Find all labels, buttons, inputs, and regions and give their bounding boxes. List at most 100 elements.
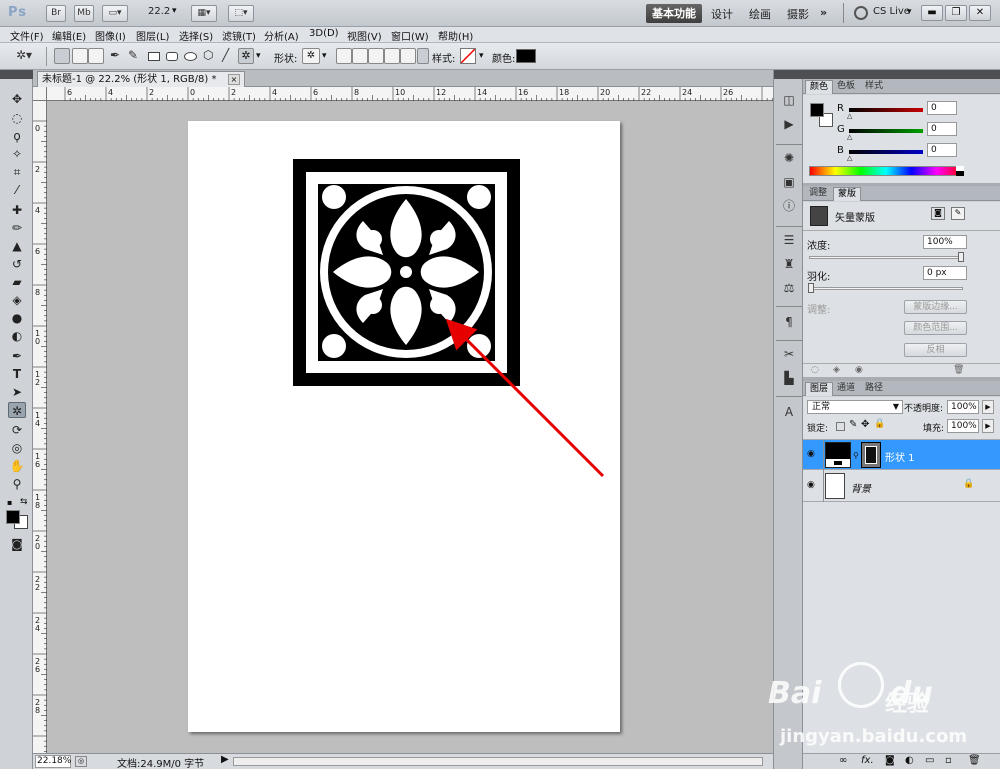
default-colors-icon[interactable]: ▪ — [7, 498, 12, 507]
workspace-painting-button[interactable]: 绘画 — [749, 6, 771, 22]
launch-bridge-button[interactable]: Br — [46, 5, 66, 22]
channel-r-slider[interactable] — [849, 108, 923, 112]
restore-button[interactable]: ❐ — [945, 5, 967, 21]
lock-pixels-icon[interactable]: ✎ — [849, 419, 857, 430]
tab-masks[interactable]: 蒙版 — [833, 187, 862, 201]
menu-file[interactable]: 文件(F) — [10, 28, 44, 43]
pixel-mask-button[interactable]: ◙ — [931, 207, 945, 220]
style-picker[interactable] — [460, 48, 476, 64]
menu-filter[interactable]: 滤镜(T) — [222, 28, 256, 43]
layer-row-background[interactable]: ◉ 背景 🔒 — [803, 471, 1000, 502]
3d-rotate-tool-icon[interactable]: ⟳ — [8, 422, 26, 438]
load-selection-icon[interactable]: ◌ — [811, 365, 819, 375]
tab-styles[interactable]: 样式 — [861, 80, 887, 94]
slider-thumb[interactable]: △ — [847, 154, 852, 162]
tab-paths[interactable]: 路径 — [861, 382, 887, 396]
invert-button[interactable]: 反相 — [904, 343, 967, 357]
mask-edge-button[interactable]: 蒙版边缘... — [904, 300, 967, 314]
lock-position-icon[interactable]: ✥ — [861, 419, 869, 430]
3d-orbit-tool-icon[interactable]: ◎ — [8, 440, 26, 456]
tab-color[interactable]: 颜色 — [805, 80, 834, 94]
arrange-documents-button[interactable]: ▦▾ — [191, 5, 217, 22]
delete-layer-icon[interactable]: 🗑 — [968, 755, 981, 766]
polygon-tool-icon[interactable]: ⬡ — [203, 48, 213, 62]
layer-name[interactable]: 背景 — [851, 480, 871, 495]
navigator-panel-icon[interactable]: ✂ — [780, 346, 798, 362]
color-fg-swatch[interactable] — [810, 103, 824, 117]
tab-adjustments[interactable]: 调整 — [805, 187, 831, 201]
clone-stamp-tool-icon[interactable]: ▲ — [8, 238, 26, 254]
tab-layers[interactable]: 图层 — [805, 382, 834, 396]
measurement-panel-icon[interactable]: ⚖ — [780, 280, 798, 296]
pen-tool-icon[interactable]: ✒ — [110, 48, 120, 62]
combine-new-area-button[interactable] — [336, 48, 352, 64]
slider-thumb[interactable] — [958, 252, 964, 262]
swap-colors-icon[interactable]: ⇆ — [20, 497, 28, 507]
new-group-icon[interactable]: ▭ — [925, 755, 934, 766]
status-icon[interactable]: ◎ — [75, 756, 87, 767]
apply-mask-icon[interactable]: ◈ — [833, 365, 840, 375]
type-tool-icon[interactable]: T — [8, 366, 26, 382]
fill-pixels-mode-button[interactable] — [88, 48, 104, 64]
feather-value[interactable]: 0 px — [923, 266, 967, 280]
brush-tool-icon[interactable]: ✏ — [8, 220, 26, 236]
density-value[interactable]: 100% — [923, 235, 967, 249]
character-panel-icon[interactable]: A — [780, 404, 798, 420]
histogram-panel-icon[interactable]: ▙ — [780, 370, 798, 386]
hand-tool-icon[interactable]: ✋ — [8, 458, 26, 474]
chevron-down-icon[interactable]: ▾ — [479, 51, 484, 61]
clone-source-panel-icon[interactable]: ▣ — [780, 174, 798, 190]
close-tab-button[interactable]: × — [227, 74, 241, 85]
paths-mode-button[interactable] — [72, 48, 88, 64]
delete-mask-icon[interactable]: 🗑 — [953, 365, 964, 375]
density-slider[interactable] — [809, 256, 963, 259]
paint-bucket-tool-icon[interactable]: ◈ — [8, 292, 26, 308]
workspace-photography-button[interactable]: 摄影 — [787, 6, 809, 22]
menu-3d[interactable]: 3D(D) — [309, 28, 339, 39]
path-selection-tool-icon[interactable]: ➤ — [8, 384, 26, 400]
panel-grip[interactable] — [803, 70, 1000, 79]
lock-transparency-icon[interactable] — [836, 422, 845, 431]
blur-tool-icon[interactable]: ● — [8, 310, 26, 326]
fill-value[interactable]: 100% — [947, 419, 979, 433]
tab-channels[interactable]: 通道 — [833, 382, 859, 396]
move-tool-icon[interactable]: ✥ — [8, 91, 26, 107]
chevron-down-icon[interactable]: ▾ — [322, 51, 327, 61]
brushes-panel-icon[interactable]: ✺ — [780, 150, 798, 166]
channel-b-slider[interactable] — [849, 150, 923, 154]
add-to-area-button[interactable] — [352, 48, 368, 64]
document-canvas[interactable] — [188, 121, 620, 732]
menu-edit[interactable]: 编辑(E) — [52, 28, 86, 43]
new-layer-icon[interactable]: ▫ — [945, 755, 952, 766]
tab-swatches[interactable]: 色板 — [833, 80, 859, 94]
workspace-design-button[interactable]: 设计 — [711, 6, 733, 22]
slider-thumb[interactable] — [808, 283, 814, 293]
zoom-tool-icon[interactable]: ⚲ — [8, 476, 26, 492]
menu-analysis[interactable]: 分析(A) — [264, 28, 299, 43]
eye-icon[interactable]: ◉ — [807, 449, 815, 459]
quick-selection-tool-icon[interactable]: ✧ — [8, 146, 26, 162]
crop-tool-icon[interactable]: ⌗ — [8, 164, 26, 180]
horizontal-scrollbar[interactable] — [233, 757, 763, 766]
adjustment-layer-icon[interactable]: ◐ — [905, 755, 914, 766]
3d-panel-icon[interactable]: ♜ — [780, 256, 798, 272]
feather-slider[interactable] — [809, 287, 963, 290]
opacity-slider-button[interactable]: ▶ — [982, 400, 994, 414]
menu-help[interactable]: 帮助(H) — [438, 28, 473, 43]
tool-presets-panel-icon[interactable]: ☰ — [780, 232, 798, 248]
channel-r-value[interactable]: 0 — [927, 101, 957, 115]
eye-icon[interactable]: ◉ — [807, 480, 815, 490]
close-window-button[interactable]: ✕ — [969, 5, 991, 21]
menu-window[interactable]: 窗口(W) — [391, 28, 429, 43]
foreground-color-swatch[interactable] — [6, 510, 20, 524]
history-brush-tool-icon[interactable]: ↺ — [8, 256, 26, 272]
info-panel-icon[interactable]: ⓘ — [780, 198, 798, 214]
marquee-tool-icon[interactable]: ◌ — [8, 110, 26, 126]
channel-g-value[interactable]: 0 — [927, 122, 957, 136]
lasso-tool-icon[interactable]: ϙ — [8, 128, 26, 144]
freeform-pen-icon[interactable]: ✎ — [128, 48, 138, 62]
vertical-ruler[interactable]: 0246810121416182022242628 — [33, 101, 47, 753]
chevron-down-icon[interactable]: ▾ — [256, 51, 261, 61]
launch-minibridge-button[interactable]: Mb — [74, 5, 94, 22]
color-range-button[interactable]: 颜色范围... — [904, 321, 967, 335]
